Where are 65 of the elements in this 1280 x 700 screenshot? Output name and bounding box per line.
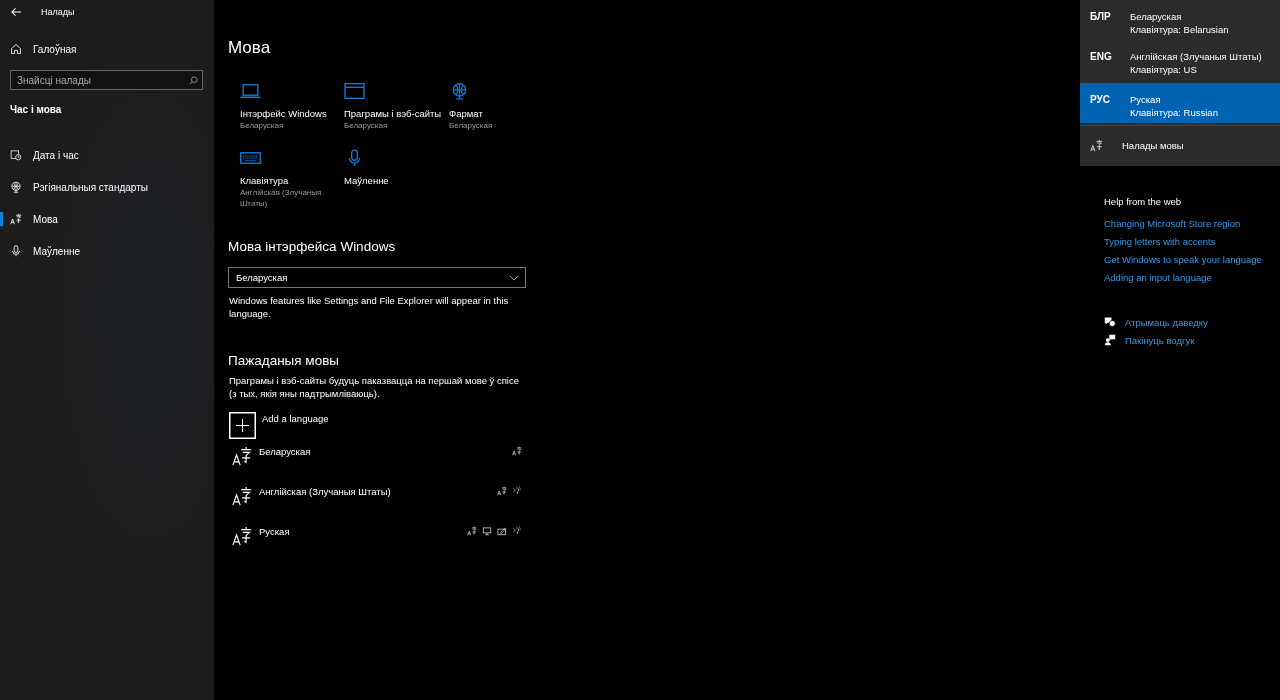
- keyboard-icon: [240, 149, 261, 167]
- description-text: Праграмы і вэб-сайты будуць паказвацца на першай мове ў спісе (з тых, якія яны падтрымліваюць).: [229, 375, 520, 400]
- settings-tile[interactable]: Праграмы і вэб-сайты Беларуская: [344, 82, 442, 131]
- language-icon: [10, 213, 22, 225]
- microphone-icon: [10, 245, 22, 257]
- help-link[interactable]: Adding an input language: [1104, 269, 1212, 287]
- section-heading: Пажаданыя мовы: [228, 353, 340, 368]
- help-action-link[interactable]: Атрымаць даведку: [1104, 316, 1208, 328]
- language-name: Англійская (Злучаныя Штаты): [1130, 51, 1262, 62]
- language-icon: [467, 526, 477, 536]
- settings-tile[interactable]: Маўленне: [344, 149, 442, 209]
- laptop-icon: [240, 82, 261, 100]
- language-icon: [232, 486, 252, 506]
- search-field[interactable]: Знайсці налады: [10, 70, 203, 90]
- description-text: Windows features like Settings and File Explorer will appear in this language.: [229, 295, 510, 320]
- sidebar-item[interactable]: Маўленне: [0, 235, 214, 267]
- language-row[interactable]: Руская: [228, 519, 522, 559]
- calendar-clock-icon: [10, 149, 22, 161]
- keyboard-name: Клавіятура: US: [1130, 64, 1198, 75]
- globe-icon: [10, 181, 22, 193]
- help-heading: Help from the web: [1104, 196, 1182, 207]
- settings-tile[interactable]: Фармат Беларуская: [449, 82, 547, 131]
- display-icon: [482, 526, 492, 536]
- search-icon: [189, 75, 198, 85]
- settings-tile[interactable]: Інтэрфейс Windows Беларуская: [240, 82, 338, 131]
- section-heading: Мова інтэрфейса Windows: [228, 239, 396, 254]
- input-language-item[interactable]: БЛР Беларуская Клавіятура: Belarusian: [1080, 0, 1280, 40]
- sidebar-item[interactable]: Дата і час: [0, 139, 214, 171]
- language-settings-item[interactable]: Налады мовы: [1080, 126, 1280, 166]
- speech-icon: [512, 526, 522, 536]
- app-title: Налады: [41, 7, 75, 17]
- language-icon: [497, 486, 507, 496]
- language-icon: [1090, 139, 1103, 152]
- help-link[interactable]: Get Windows to speak your language: [1104, 251, 1262, 269]
- pen-on-pad-icon: [497, 526, 507, 536]
- home-icon: [10, 43, 22, 55]
- browser-window-icon: [344, 82, 365, 100]
- input-language-item[interactable]: РУС Руская Клавіятура: Russian: [1080, 83, 1280, 123]
- settings-tile[interactable]: Клавіятура Англійская (Злучаныя Штаты): [240, 149, 338, 209]
- language-row[interactable]: Беларуская: [228, 439, 522, 479]
- feedback-person-icon: [1104, 334, 1116, 346]
- speech-icon: [512, 486, 522, 496]
- chevron-down-icon: [509, 274, 519, 281]
- back-arrow-icon[interactable]: [11, 7, 22, 17]
- add-button[interactable]: [229, 412, 256, 439]
- language-icon: [512, 446, 522, 456]
- section-heading: Час і мова: [10, 104, 62, 116]
- language-name: Беларуская: [1130, 11, 1183, 22]
- help-link[interactable]: Typing letters with accents: [1104, 233, 1216, 251]
- keyboard-name: Клавіятура: Belarusian: [1130, 24, 1229, 35]
- sidebar-item[interactable]: Мова: [0, 203, 214, 235]
- language-name: Руская: [1130, 94, 1162, 105]
- sidebar-item[interactable]: Рэгіянальныя стандарты: [0, 171, 214, 203]
- home-nav-item[interactable]: Галоўная: [0, 33, 214, 65]
- language-icon: [232, 446, 252, 466]
- help-chat-icon: [1104, 316, 1116, 328]
- add-language-link[interactable]: Add a language: [262, 413, 329, 424]
- input-language-item[interactable]: ENG Англійская (Злучаныя Штаты) Клавіятура: US: [1080, 40, 1280, 80]
- language-row[interactable]: Англійская (Злучаныя Штаты): [228, 479, 522, 519]
- help-action-link[interactable]: Пакінуць водгук: [1104, 334, 1208, 346]
- language-icon: [232, 526, 252, 546]
- page-title: Мова: [228, 38, 271, 58]
- help-link[interactable]: Changing Microsoft Store region: [1104, 215, 1241, 233]
- language-dropdown[interactable]: Беларуская: [228, 267, 526, 288]
- keyboard-name: Клавіятура: Russian: [1130, 107, 1218, 118]
